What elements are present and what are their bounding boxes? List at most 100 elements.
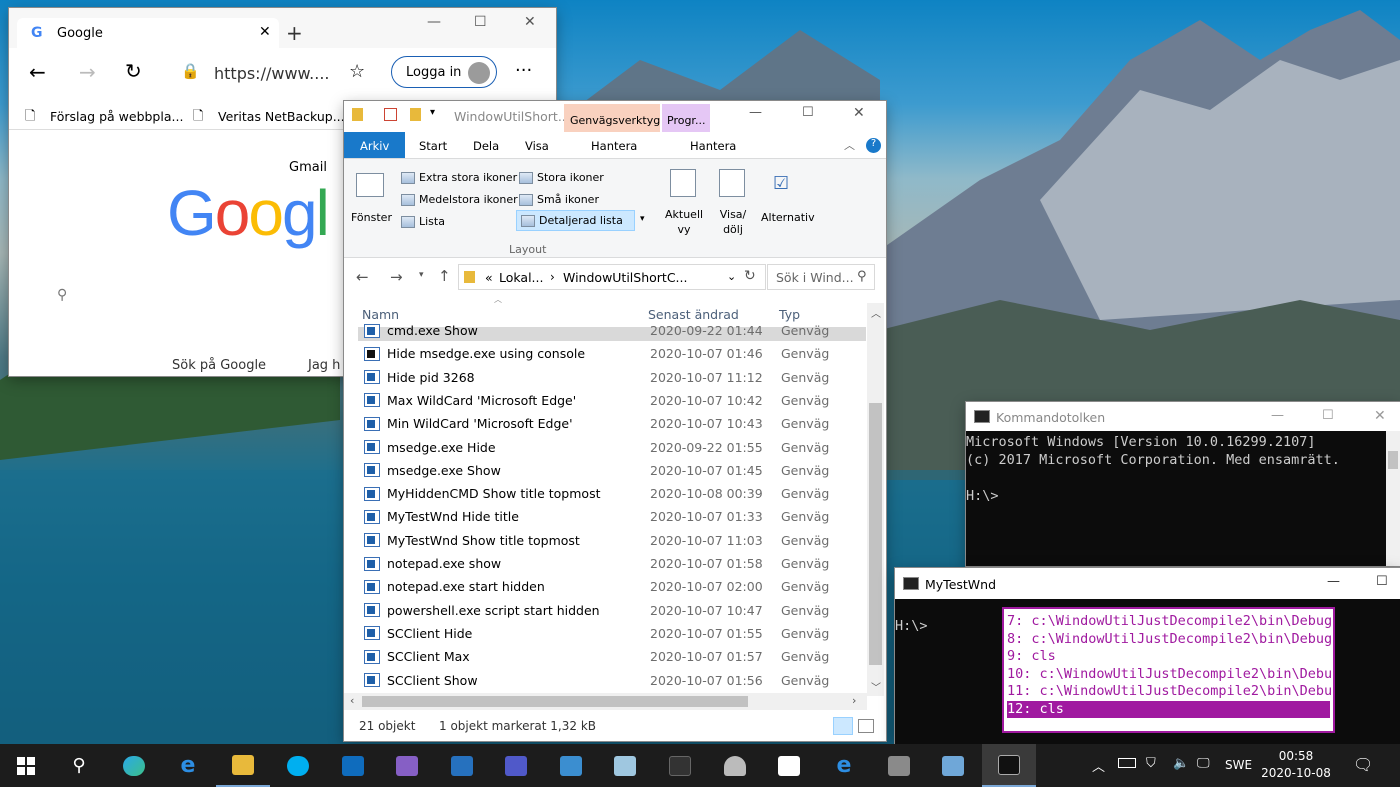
- file-row[interactable]: MyTestWnd Hide title 2020-10-07 01:33 Genv…: [358, 505, 868, 528]
- layout-details[interactable]: Detaljerad lista: [516, 210, 635, 231]
- file-row[interactable]: msedge.exe Hide 2020-09-22 01:55 Genväg: [358, 436, 868, 459]
- file-row[interactable]: SCClient Max 2020-10-07 01:57 Genväg: [358, 645, 868, 668]
- forward-icon[interactable]: →: [79, 60, 96, 84]
- file-row[interactable]: notepad.exe show 2020-10-07 01:58 Genväg: [358, 552, 868, 575]
- edge-legacy-taskbar-icon[interactable]: e: [817, 744, 871, 787]
- qat-dropdown-icon[interactable]: ▾: [430, 107, 435, 118]
- terminal-app-taskbar-icon[interactable]: [653, 744, 707, 787]
- history-popup[interactable]: 7: c:\WindowUtilJustDecompile2\bin\Debug…: [1002, 607, 1335, 733]
- history-item[interactable]: 9: cls: [1007, 648, 1330, 666]
- scroll-left-icon[interactable]: ‹: [350, 694, 354, 707]
- file-row[interactable]: powershell.exe script start hidden 2020-1…: [358, 599, 868, 622]
- file-row[interactable]: msedge.exe Show 2020-10-07 01:45 Genväg: [358, 459, 868, 482]
- up-icon[interactable]: ↑: [438, 267, 451, 285]
- options-button[interactable]: ☑ Alternativ: [759, 163, 815, 235]
- scroll-up-icon[interactable]: ︿: [871, 305, 881, 320]
- edge-tab[interactable]: G Google ✕: [17, 18, 279, 48]
- search-field[interactable]: Sök i Wind... ⚲: [767, 264, 875, 290]
- close-tab-icon[interactable]: ✕: [259, 24, 271, 40]
- more-menu-icon[interactable]: ···: [515, 60, 532, 81]
- tab-hantera-2[interactable]: Hantera: [690, 139, 736, 153]
- maximize-icon[interactable]: ☐: [474, 14, 487, 30]
- gmail-link[interactable]: Gmail: [289, 160, 327, 175]
- context-tab-shortcut[interactable]: Genvägsverktyg: [564, 104, 660, 132]
- refresh-icon[interactable]: ↻: [125, 59, 142, 83]
- address-bar[interactable]: https://www....: [214, 64, 329, 83]
- file-row[interactable]: cmd.exe Show 2020-09-22 01:44 Genväg: [358, 319, 868, 342]
- address-bar[interactable]: « Lokal... › WindowUtilShortC... ⌄ ↻: [458, 264, 766, 290]
- show-hide-button[interactable]: Visa/ dölj: [712, 163, 752, 236]
- close-window-icon[interactable]: ✕: [524, 14, 536, 30]
- history-item[interactable]: 8: c:\WindowUtilJustDecompile2\bin\Debug: [1007, 631, 1332, 649]
- powershell-taskbar-icon[interactable]: [435, 744, 489, 787]
- network-icon[interactable]: 🖵: [1197, 756, 1210, 771]
- explorer-window[interactable]: ▾ WindowUtilShort... Genvägsverktyg Prog…: [344, 101, 886, 741]
- signin-button[interactable]: Logga in: [391, 56, 497, 88]
- favorite-link-1[interactable]: Förslag på webbpla...: [50, 109, 183, 124]
- remote-taskbar-icon[interactable]: [872, 744, 926, 787]
- file-row[interactable]: notepad.exe start hidden 2020-10-07 02:00…: [358, 575, 868, 598]
- address-dropdown-icon[interactable]: ⌄: [727, 270, 736, 283]
- cmd-window[interactable]: Kommandotolken — ☐ ✕ Microsoft Windows […: [966, 402, 1400, 566]
- collapse-ribbon-icon[interactable]: ︿: [844, 137, 855, 153]
- file-row[interactable]: Hide msedge.exe using console 2020-10-07 …: [358, 342, 868, 365]
- current-view-button[interactable]: Aktuell vy: [663, 163, 703, 236]
- minimize-icon[interactable]: —: [1271, 408, 1284, 423]
- user-app-taskbar-icon[interactable]: [708, 744, 762, 787]
- recent-dropdown-icon[interactable]: ▾: [419, 270, 424, 280]
- file-row[interactable]: MyHiddenCMD Show title topmost 2020-10-08…: [358, 482, 868, 505]
- show-hidden-icons[interactable]: ︿: [1092, 756, 1105, 775]
- language-indicator[interactable]: SWE: [1225, 758, 1252, 772]
- history-item[interactable]: 7: c:\WindowUtilJustDecompile2\bin\Debug: [1007, 613, 1332, 631]
- notifications-icon[interactable]: 🗨: [1353, 755, 1373, 774]
- favorite-star-icon[interactable]: ☆: [349, 61, 365, 82]
- minimize-icon[interactable]: —: [1327, 574, 1340, 589]
- close-icon[interactable]: ✕: [853, 105, 865, 121]
- back-icon[interactable]: ←: [356, 268, 369, 286]
- visual-studio-taskbar-icon[interactable]: [380, 744, 434, 787]
- forward-icon[interactable]: →: [390, 268, 403, 286]
- file-row[interactable]: SCClient Hide 2020-10-07 01:55 Genväg: [358, 622, 868, 645]
- file-row[interactable]: Min WildCard 'Microsoft Edge' 2020-10-07 …: [358, 412, 868, 435]
- file-row[interactable]: Max WildCard 'Microsoft Edge' 2020-10-07 …: [358, 389, 868, 412]
- console-taskbar-icon[interactable]: [982, 744, 1036, 787]
- maximize-icon[interactable]: ☐: [1376, 574, 1388, 589]
- network-shield-icon[interactable]: ⛉: [1146, 756, 1156, 771]
- battery-icon[interactable]: [1118, 758, 1136, 768]
- start-button[interactable]: [0, 744, 52, 787]
- properties-icon[interactable]: [384, 108, 397, 121]
- tab-arkiv[interactable]: Arkiv: [344, 132, 405, 158]
- large-icons-view-icon[interactable]: [858, 719, 874, 733]
- edge-chromium-taskbar-icon[interactable]: [107, 744, 161, 787]
- help-icon[interactable]: ?: [866, 138, 881, 153]
- favorite-link-2[interactable]: Veritas NetBackup...: [218, 109, 345, 124]
- file-row[interactable]: MyTestWnd Show title topmost 2020-10-07 1…: [358, 529, 868, 552]
- scroll-right-icon[interactable]: ›: [852, 694, 856, 707]
- cmd-scrollbar[interactable]: [1386, 431, 1400, 566]
- close-icon[interactable]: ✕: [1374, 408, 1386, 424]
- details-view-icon[interactable]: [833, 717, 853, 735]
- google-search-button[interactable]: Sök på Google: [172, 358, 266, 373]
- hscroll-thumb[interactable]: [362, 696, 748, 707]
- history-item[interactable]: 12: cls: [1007, 700, 1330, 718]
- file-row[interactable]: SCClient Show 2020-10-07 01:56 Genväg: [358, 669, 868, 692]
- clock[interactable]: 00:58 2020-10-08: [1260, 748, 1332, 784]
- history-item[interactable]: 11: c:\WindowUtilJustDecompile2\bin\Debu: [1007, 683, 1332, 701]
- history-item[interactable]: 10: c:\WindowUtilJustDecompile2\bin\Debu: [1007, 666, 1332, 684]
- tab-start[interactable]: Start: [419, 139, 447, 153]
- layout-list[interactable]: Lista: [401, 215, 445, 228]
- mytestwnd-prompt[interactable]: H:\>: [895, 618, 928, 634]
- ie-taskbar-icon[interactable]: e: [161, 744, 215, 787]
- file-explorer-taskbar-icon[interactable]: [216, 744, 270, 787]
- scroll-down-icon[interactable]: ﹀: [871, 679, 881, 694]
- minimize-icon[interactable]: —: [427, 14, 441, 30]
- mytestwnd-window[interactable]: MyTestWnd — ☐ H:\> 7: c:\WindowUtilJustD…: [895, 568, 1400, 744]
- scroll-thumb[interactable]: [869, 403, 882, 665]
- tools-taskbar-icon[interactable]: [544, 744, 598, 787]
- tab-dela[interactable]: Dela: [473, 139, 499, 153]
- cmd-output[interactable]: Microsoft Windows [Version 10.0.16299.21…: [966, 433, 1340, 505]
- layout-large-icons[interactable]: Stora ikoner: [519, 171, 604, 184]
- layout-xl-icons[interactable]: Extra stora ikoner: [401, 171, 517, 184]
- cmd-scroll-thumb[interactable]: [1388, 451, 1398, 469]
- file-row[interactable]: Hide pid 3268 2020-10-07 11:12 Genväg: [358, 366, 868, 389]
